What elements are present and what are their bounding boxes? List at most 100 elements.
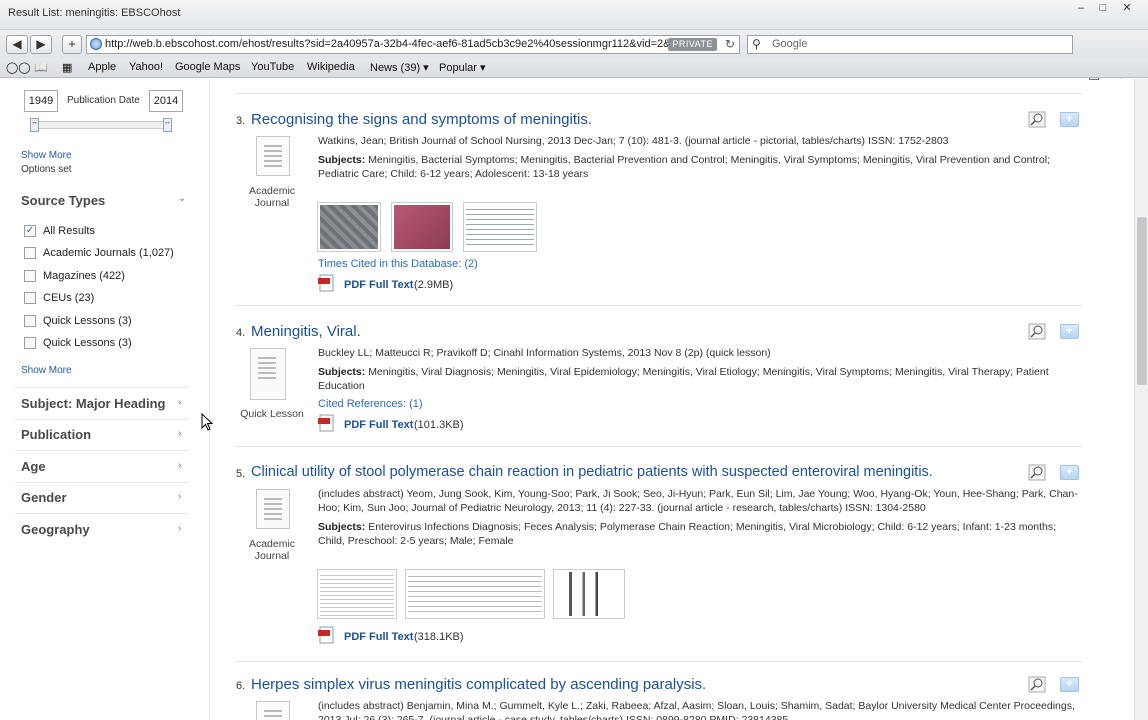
window-titlebar: Result List: meningitis: EBSCOhost – □ ✕ (0, 0, 1148, 30)
chart-thumbnail[interactable] (553, 569, 625, 619)
date-slider-track[interactable] (32, 121, 172, 129)
chevron-right-icon[interactable]: › (178, 523, 181, 534)
checkbox-quick-lessons[interactable] (24, 315, 36, 327)
result-title-link[interactable]: Clinical utility of stool polymerase cha… (251, 464, 933, 480)
chevron-down-icon[interactable]: ⌄ (178, 193, 186, 204)
pdf-file-size: (318.1KB) (414, 631, 464, 643)
show-more-link[interactable]: Show More (21, 150, 72, 161)
add-to-folder-icon[interactable]: + (1060, 112, 1079, 127)
reload-icon[interactable]: ↻ (725, 36, 735, 53)
image-thumbnail[interactable] (463, 202, 537, 252)
bookmarks-book-icon[interactable]: 📖 (34, 61, 48, 74)
private-badge: PRIVATE (668, 38, 717, 51)
source-type-label[interactable]: All Results (43, 225, 95, 237)
checkbox-magazines[interactable] (24, 270, 36, 282)
result-number: 3. (236, 115, 246, 127)
document-icon (256, 701, 290, 720)
source-type-label[interactable]: Academic Journals (1,027) (43, 247, 174, 259)
chevron-right-icon[interactable]: › (178, 397, 181, 408)
preview-magnifier-icon[interactable] (1028, 676, 1046, 693)
preview-magnifier-icon[interactable] (1028, 111, 1046, 128)
result-subjects: Subjects: Meningitis, Viral Diagnosis; M… (318, 366, 1049, 392)
back-button[interactable]: ◀ (6, 35, 28, 54)
show-more-link[interactable]: Show More (21, 365, 72, 376)
pdf-file-size: (101.3KB) (414, 419, 464, 431)
navigation-toolbar: ◀ ▶ + http://web.b.ebscohost.com/ehost/r… (0, 30, 1148, 81)
source-types-heading[interactable]: Source Types (21, 193, 105, 208)
pdf-file-size: (2.9MB) (414, 279, 454, 291)
options-set-label: Options set (21, 164, 72, 175)
bookmark-google-maps[interactable]: Google Maps (175, 61, 240, 73)
cited-references-link[interactable]: Cited References: (1) (318, 398, 423, 410)
result-citation: (includes abstract) Benjamin, Mina M.; G… (318, 700, 1075, 720)
source-type-label[interactable]: Quick Lessons (3) (43, 337, 132, 349)
pdf-icon[interactable] (318, 274, 336, 292)
document-type-label: Academic Journal (248, 538, 296, 562)
pdf-icon[interactable] (318, 414, 336, 432)
date-slider-handle-right[interactable]: ↔ (163, 118, 172, 132)
times-cited-link[interactable]: Times Cited in this Database: (2) (318, 258, 478, 270)
chevron-right-icon[interactable]: › (178, 460, 181, 471)
checkbox-ceus[interactable] (24, 292, 36, 304)
new-tab-button[interactable]: + (62, 35, 82, 54)
result-title-link[interactable]: Herpes simplex virus meningitis complica… (251, 676, 706, 693)
bookmark-youtube[interactable]: YouTube (251, 61, 294, 73)
reading-list-icon[interactable]: ◯◯ (6, 61, 31, 74)
date-to-input[interactable]: 2014 (149, 90, 183, 112)
minimize-button[interactable]: – (1072, 0, 1090, 16)
result-title-link[interactable]: Recognising the signs and symptoms of me… (251, 111, 592, 128)
pdf-full-text-link[interactable]: PDF Full Text (344, 419, 413, 431)
facet-subject-major-heading[interactable]: Subject: Major Heading (21, 396, 165, 411)
image-thumbnail[interactable] (391, 202, 453, 252)
add-to-folder-icon[interactable]: + (1060, 677, 1079, 692)
bookmark-apple[interactable]: Apple (88, 61, 116, 73)
result-title-link[interactable]: Meningitis, Viral. (251, 323, 361, 340)
bookmarks-bar: ◯◯ 📖 ▦ Apple Yahoo! Google Maps YouTube … (0, 58, 1148, 78)
facet-publication[interactable]: Publication (21, 427, 91, 442)
bookmark-news[interactable]: News (39) ▾ (370, 61, 429, 74)
top-sites-grid-icon[interactable]: ▦ (62, 61, 72, 74)
pdf-full-text-link[interactable]: PDF Full Text (344, 279, 413, 291)
checkbox-quick-lessons-2[interactable] (24, 337, 36, 349)
source-type-label[interactable]: CEUs (23) (43, 292, 94, 304)
bookmark-yahoo[interactable]: Yahoo! (129, 61, 163, 73)
close-button[interactable]: ✕ (1118, 0, 1136, 16)
facet-gender[interactable]: Gender (21, 490, 67, 505)
result-number: 5. (236, 468, 246, 480)
maximize-button[interactable]: □ (1094, 0, 1112, 16)
result-citation: Buckley LL; Matteucci R; Pravikoff D; Ci… (318, 347, 771, 359)
facet-geography[interactable]: Geography (21, 522, 90, 537)
checkbox-all-results[interactable]: ✓ (24, 225, 36, 237)
scrollbar-thumb[interactable] (1137, 217, 1147, 385)
chevron-right-icon[interactable]: › (178, 428, 181, 439)
source-type-label[interactable]: Quick Lessons (3) (43, 315, 132, 327)
chevron-right-icon[interactable]: › (178, 491, 181, 502)
search-input[interactable]: ⚲ Google (747, 35, 1073, 54)
pdf-icon[interactable] (318, 626, 336, 644)
add-to-folder-icon[interactable]: + (1060, 324, 1079, 339)
result-subjects: Subjects: Meningitis, Bacterial Symptoms… (318, 154, 1051, 180)
pdf-full-text-link[interactable]: PDF Full Text (344, 631, 413, 643)
document-type-label: Quick Lesson (240, 408, 304, 420)
address-bar[interactable]: http://web.b.ebscohost.com/ehost/results… (86, 35, 740, 54)
bookmark-wikipedia[interactable]: Wikipedia (307, 61, 355, 73)
forward-button[interactable]: ▶ (30, 35, 52, 54)
document-icon (256, 489, 290, 529)
divider (15, 387, 188, 388)
preview-magnifier-icon[interactable] (1028, 464, 1046, 481)
table-thumbnail[interactable] (405, 569, 545, 619)
search-icon: ⚲ (752, 37, 761, 51)
vertical-scrollbar[interactable] (1134, 79, 1148, 720)
checkbox-academic-journals[interactable] (24, 247, 36, 259)
date-from-input[interactable]: 1949 (24, 90, 58, 112)
date-label: Publication Date (67, 95, 140, 106)
add-to-folder-icon[interactable]: + (1060, 465, 1079, 480)
table-thumbnail[interactable] (317, 569, 397, 619)
date-slider-handle-left[interactable]: ↔ (30, 118, 39, 132)
source-type-label[interactable]: Magazines (422) (43, 270, 125, 282)
bookmark-popular[interactable]: Popular ▾ (439, 61, 486, 74)
preview-magnifier-icon[interactable] (1028, 323, 1046, 340)
image-thumbnail[interactable] (317, 202, 381, 252)
facet-age[interactable]: Age (21, 459, 46, 474)
result-citation: (includes abstract) Yeom, Jung Sook, Kim… (318, 488, 1078, 514)
